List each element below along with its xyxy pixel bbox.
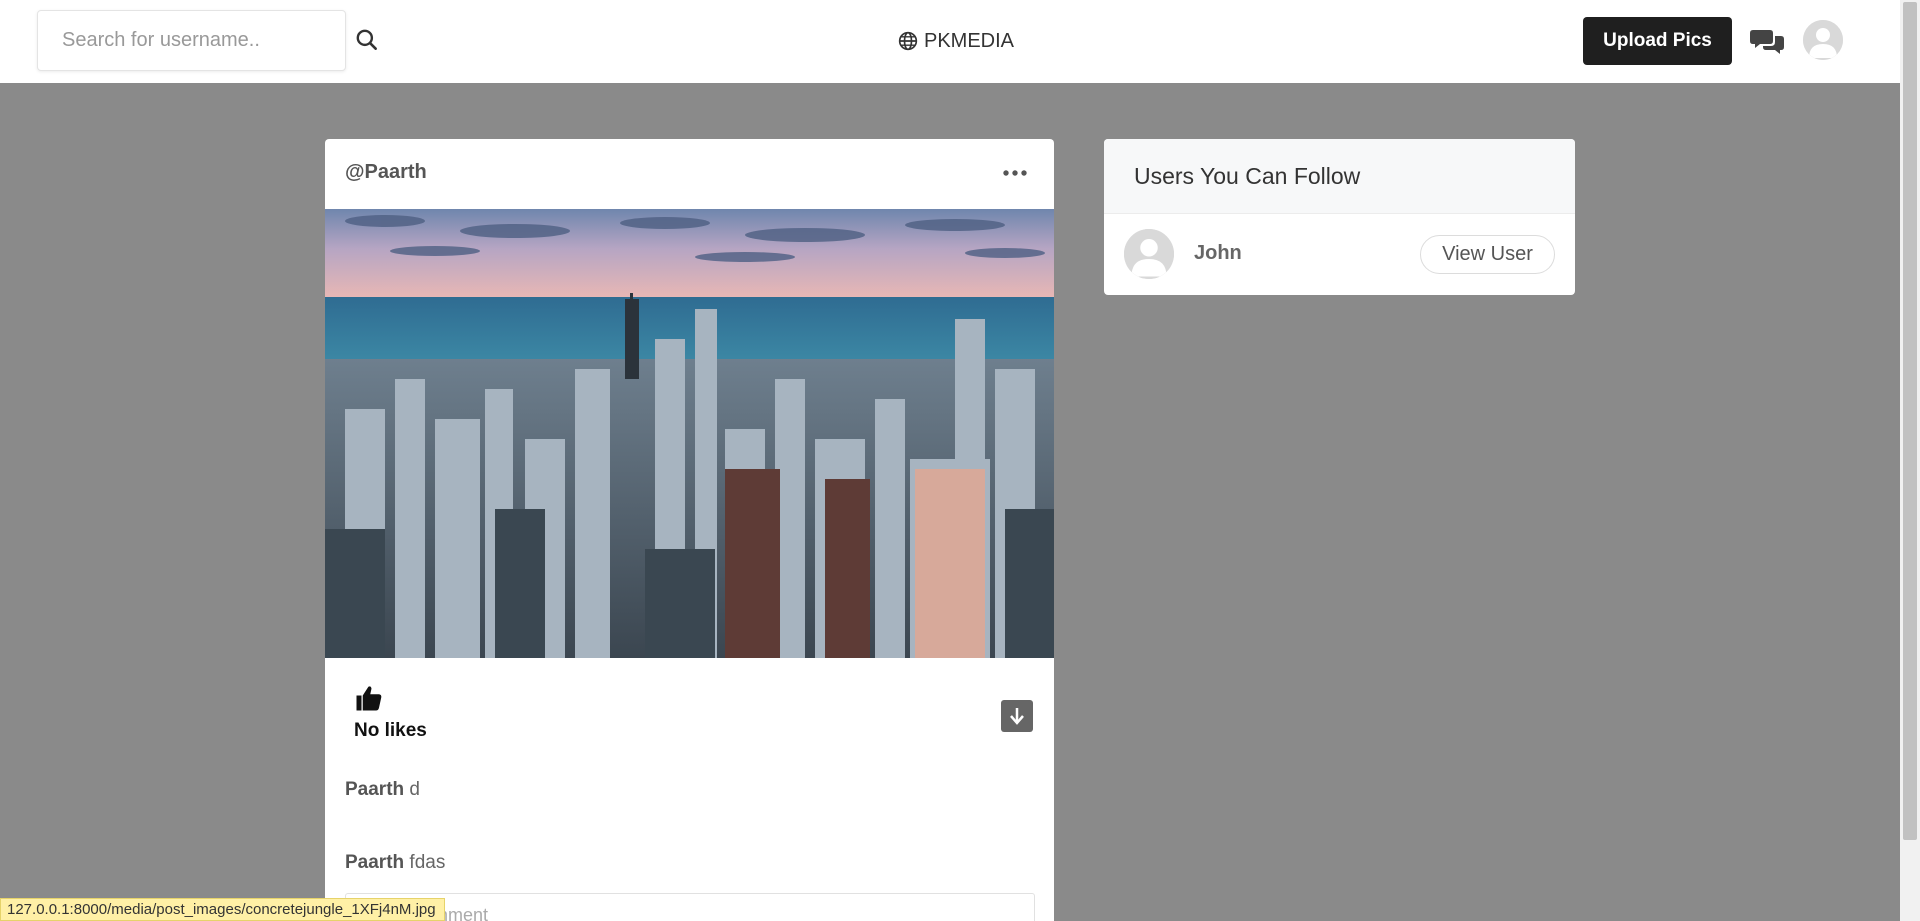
card-title: Users You Can Follow — [1134, 162, 1361, 189]
post-card: @Paarth No likes Paarth d Paarth fdas Ad… — [325, 139, 1054, 921]
page-scrollbar[interactable] — [1900, 0, 1920, 921]
profile-avatar[interactable] — [1803, 20, 1843, 60]
user-avatar-icon[interactable] — [1124, 229, 1174, 279]
comment-item: Paarth fdas — [345, 852, 445, 874]
comment-text: d — [409, 779, 420, 800]
upload-pics-button[interactable]: Upload Pics — [1583, 17, 1732, 65]
post-author[interactable]: @Paarth — [345, 161, 427, 184]
brand-logo[interactable]: PKMEDIA — [898, 26, 1014, 56]
card-header: Users You Can Follow — [1104, 139, 1575, 214]
search-input[interactable] — [38, 11, 345, 70]
thumbs-up-icon[interactable] — [354, 683, 384, 713]
comments-icon[interactable] — [1750, 27, 1784, 55]
comment-author[interactable]: Paarth — [345, 852, 404, 873]
ellipsis-icon[interactable] — [1001, 163, 1029, 183]
suggested-user-name[interactable]: John — [1194, 242, 1242, 265]
comment-author[interactable]: Paarth — [345, 779, 404, 800]
user-avatar-icon — [1803, 20, 1843, 60]
search-box — [37, 10, 346, 71]
search-icon[interactable] — [354, 27, 380, 53]
comment-item: Paarth d — [345, 779, 420, 801]
post-image[interactable] — [325, 209, 1054, 658]
comment-input[interactable] — [345, 893, 1035, 921]
view-user-button[interactable]: View User — [1420, 235, 1555, 274]
scrollbar-thumb[interactable] — [1903, 2, 1917, 840]
top-navbar: PKMEDIA Upload Pics — [0, 0, 1900, 83]
download-icon[interactable] — [1001, 700, 1033, 732]
status-bar-url: 127.0.0.1:8000/media/post_images/concret… — [0, 898, 445, 921]
globe-icon — [898, 31, 918, 51]
users-to-follow-card: Users You Can Follow John View User — [1104, 139, 1575, 295]
likes-count: No likes — [354, 720, 427, 741]
brand-name: PKMEDIA — [924, 29, 1015, 52]
suggested-user-row: John View User — [1104, 214, 1575, 294]
comment-text: fdas — [409, 852, 446, 873]
